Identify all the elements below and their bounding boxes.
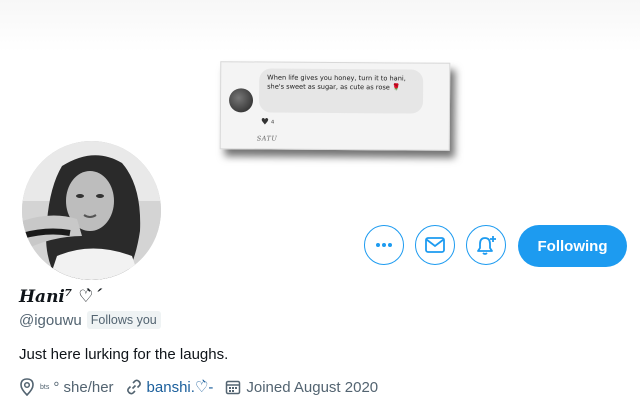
avatar-photo — [22, 141, 161, 280]
profile-banner — [0, 0, 640, 52]
joined-date: Joined August 2020 — [246, 378, 379, 396]
following-button[interactable]: Following — [518, 225, 627, 267]
handle-row: @igouwu Follows you — [19, 311, 161, 329]
heart-icon: ♥ — [260, 117, 269, 128]
location-text: ° she/her — [53, 378, 114, 396]
profile-meta: bts ° she/her banshi.♡̀- Joined August 2… — [19, 378, 390, 396]
user-handle: @igouwu — [19, 311, 82, 329]
location-item: bts ° she/her — [19, 378, 114, 396]
chat-avatar — [228, 88, 254, 113]
chat-screenshot-card[interactable]: When life gives you honey, turn it to ha… — [219, 61, 451, 151]
website-item[interactable]: banshi.♡̀- — [126, 378, 214, 396]
chat-reaction: ♥ 4 — [261, 117, 274, 127]
message-button[interactable] — [415, 225, 455, 265]
more-dots-icon — [376, 243, 392, 247]
notifications-button[interactable] — [466, 225, 506, 265]
envelope-icon — [425, 237, 445, 253]
location-prefix: bts — [40, 383, 50, 391]
profile-bio: Just here lurking for the laughs. — [19, 346, 229, 363]
display-name: Hani⁷ ♡̀´ — [19, 287, 102, 307]
joined-item: Joined August 2020 — [225, 379, 378, 396]
chat-signature: SATU — [256, 134, 278, 143]
bell-plus-icon — [477, 236, 496, 255]
calendar-icon — [226, 380, 241, 395]
more-button[interactable] — [364, 225, 404, 265]
chat-message-bubble: When life gives you honey, turn it to ha… — [258, 68, 424, 114]
follows-you-badge: Follows you — [86, 311, 161, 329]
reaction-count: 4 — [270, 119, 275, 126]
website-link[interactable]: banshi.♡̀- — [147, 378, 214, 396]
profile-avatar[interactable] — [19, 138, 164, 283]
location-pin-icon — [20, 378, 34, 396]
link-icon — [126, 379, 141, 395]
